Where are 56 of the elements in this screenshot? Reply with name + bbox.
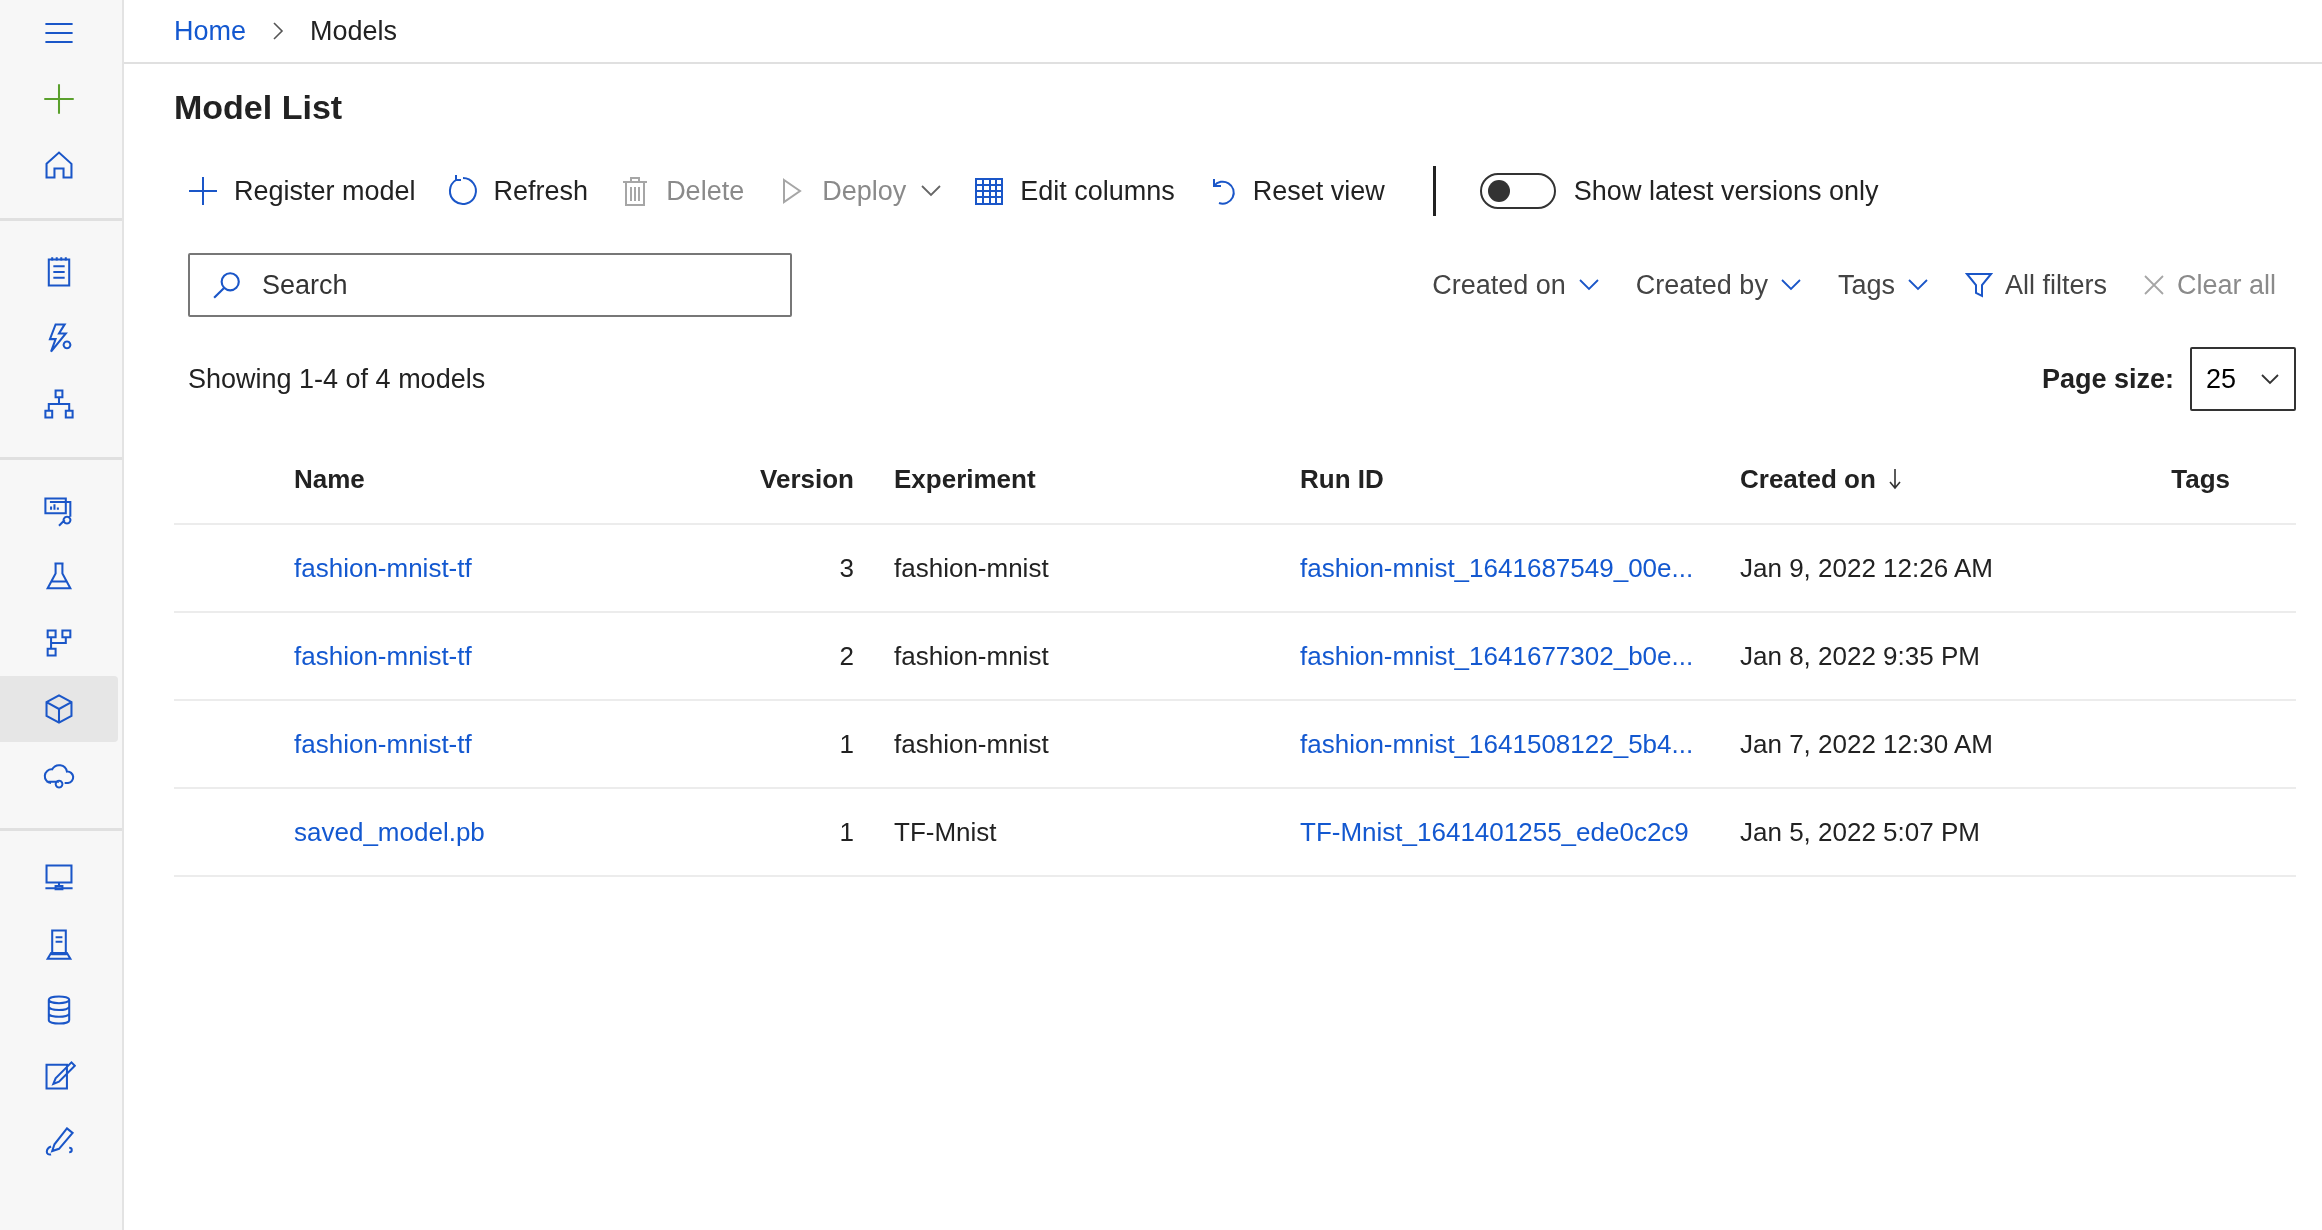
toolbar-button[interactable]: Refresh xyxy=(445,174,589,208)
page-size-dropdown[interactable]: 25 xyxy=(2190,347,2296,411)
model-name-link[interactable]: fashion-mnist-tf xyxy=(294,640,472,672)
column-header[interactable]: Experiment xyxy=(854,463,1300,495)
page-size-label: Page size: xyxy=(2041,363,2174,395)
model-name-link[interactable]: fashion-mnist-tf xyxy=(294,728,472,760)
table-cell-text: fashion-mnist xyxy=(893,552,1050,584)
page-title: Model List xyxy=(174,88,344,127)
run-id-link[interactable]: TF-Mnist_1641401255_ede0c2c9 xyxy=(1300,816,1689,848)
column-header[interactable]: Created on xyxy=(1740,463,2090,495)
table-cell-text: 3 xyxy=(838,552,854,584)
table-cell-text: Jan 8, 2022 9:35 PM xyxy=(1740,640,1981,672)
filter-button[interactable]: Created on xyxy=(1432,269,1600,301)
column-header[interactable]: Run ID xyxy=(1300,463,1740,495)
filter-icon xyxy=(1964,271,1993,299)
filter-button[interactable]: All filters xyxy=(1964,269,2107,301)
filter-button[interactable]: Created by xyxy=(1635,269,1802,301)
breadcrumb-link[interactable]: Home xyxy=(174,15,247,47)
column-header[interactable]: Tags xyxy=(2090,463,2230,495)
table-cell-text: Jan 7, 2022 12:30 AM xyxy=(1740,728,1994,760)
filter-button[interactable]: Tags xyxy=(1837,269,1929,301)
model-name-link[interactable]: fashion-mnist-tf xyxy=(294,552,472,584)
column-header[interactable]: Version xyxy=(734,463,854,495)
chevron-right-icon xyxy=(272,21,285,41)
model-name-link[interactable]: saved_model.pb xyxy=(294,816,485,848)
hierarchy-icon xyxy=(42,387,76,421)
chevron-down-icon xyxy=(1779,278,1802,292)
chevron-down-icon xyxy=(1906,278,1929,292)
run-id-link[interactable]: fashion-mnist_1641687549_00e... xyxy=(1300,552,1694,584)
table-cell-text: fashion-mnist xyxy=(893,640,1050,672)
breadcrumb-current: Models xyxy=(310,15,398,47)
results-summary: Showing 1-4 of 4 models xyxy=(188,363,486,395)
table-cell-text: 2 xyxy=(838,640,854,672)
chevron-down-icon xyxy=(1577,278,1600,292)
plus-icon xyxy=(42,82,76,116)
toggle-switch[interactable]: Show latest versions only xyxy=(1479,173,1879,209)
column-header[interactable]: Name xyxy=(174,463,734,495)
run-id-link[interactable]: fashion-mnist_1641508122_5b4... xyxy=(1300,728,1694,760)
arrow-down-icon xyxy=(1887,467,1902,491)
search-field[interactable]: Search xyxy=(188,253,792,317)
toolbar-button[interactable]: Reset view xyxy=(1204,174,1385,208)
chevron-down-icon xyxy=(2260,373,2280,385)
search-icon xyxy=(212,270,242,300)
table-cell-text: TF-Mnist xyxy=(893,816,998,848)
table-cell-text: 1 xyxy=(838,728,854,760)
table-cell-text: 1 xyxy=(838,816,854,848)
toolbar-button[interactable]: Edit columns xyxy=(972,174,1175,208)
table-cell-text: Jan 9, 2022 12:26 AM xyxy=(1740,552,1994,584)
chevron-down-icon xyxy=(920,184,943,198)
sidebar-item[interactable] xyxy=(0,676,118,742)
toolbar-button[interactable]: Register model xyxy=(186,174,416,208)
close-icon xyxy=(2142,274,2165,296)
table-cell-text: Jan 5, 2022 5:07 PM xyxy=(1740,816,1981,848)
plus-icon xyxy=(186,174,220,208)
run-id-link[interactable]: fashion-mnist_1641677302_b0e... xyxy=(1300,640,1694,672)
table-cell-text: fashion-mnist xyxy=(893,728,1050,760)
